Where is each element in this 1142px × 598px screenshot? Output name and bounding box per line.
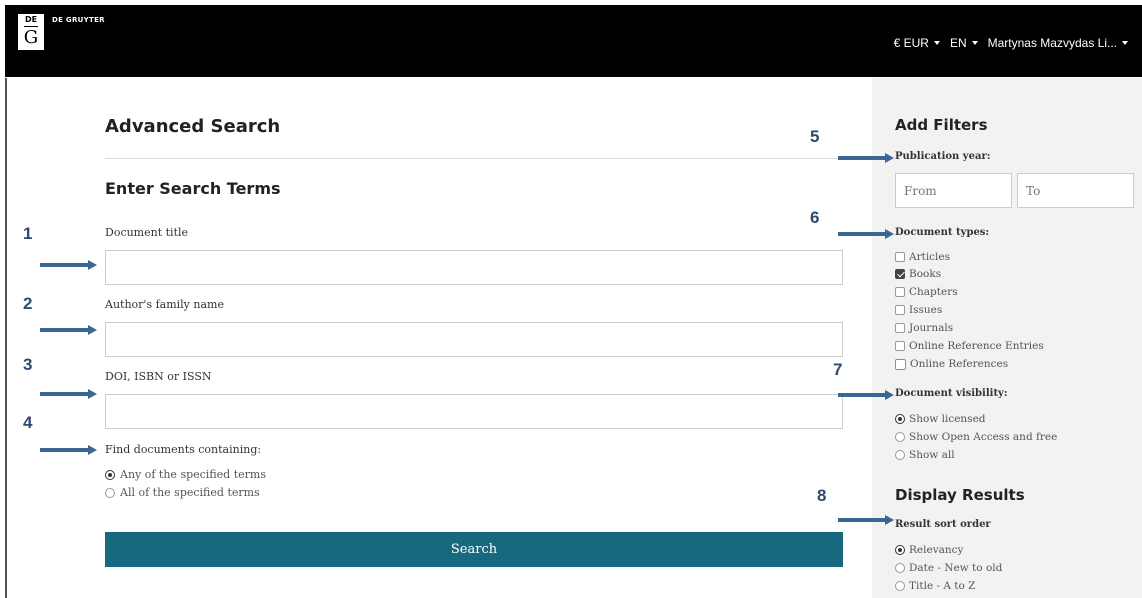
doc-type-online-references[interactable]: Online References	[895, 358, 1008, 370]
checkbox-focused-icon[interactable]	[895, 358, 906, 370]
find-option-label: Any of the specified terms	[120, 468, 266, 481]
annotation-number-4: 4	[23, 413, 33, 432]
add-filters-heading: Add Filters	[895, 116, 988, 134]
chevron-down-icon	[1122, 41, 1128, 45]
checkbox-checked-icon[interactable]	[895, 269, 905, 279]
sort-option-label: Title - A to Z	[909, 580, 976, 592]
sort-relevancy[interactable]: Relevancy	[895, 544, 963, 556]
annotation-arrow-3	[40, 389, 97, 399]
doc-type-articles[interactable]: Articles	[895, 251, 950, 263]
year-to-input[interactable]	[1017, 173, 1134, 208]
sort-title-a-to-z[interactable]: Title - A to Z	[895, 580, 975, 592]
publication-year-label: Publication year:	[895, 151, 991, 162]
find-option-any[interactable]: Any of the specified terms	[105, 468, 266, 481]
find-documents-label: Find documents containing:	[105, 443, 262, 456]
doi-isbn-issn-input[interactable]	[105, 394, 843, 429]
visibility-show-licensed[interactable]: Show licensed	[895, 413, 986, 425]
visibility-option-label: Show licensed	[909, 413, 986, 425]
radio-selected-icon[interactable]	[895, 414, 905, 424]
radio-icon[interactable]	[895, 581, 905, 591]
search-button[interactable]: Search	[105, 532, 843, 567]
radio-icon[interactable]	[895, 563, 905, 573]
chevron-down-icon	[971, 41, 978, 45]
annotation-number-2: 2	[23, 294, 33, 313]
document-visibility-label: Document visibility:	[895, 388, 1008, 399]
doc-type-label: Books	[909, 268, 942, 280]
annotation-number-6: 6	[810, 208, 820, 227]
display-results-heading: Display Results	[895, 486, 1025, 504]
doc-type-label: Online Reference Entries	[909, 340, 1044, 352]
currency-label: € EUR	[893, 36, 929, 50]
radio-selected-icon[interactable]	[105, 469, 115, 480]
radio-icon[interactable]	[105, 487, 115, 498]
annotation-number-5: 5	[810, 127, 820, 146]
doc-type-label: Online References	[910, 358, 1009, 370]
checkbox-icon[interactable]	[895, 287, 905, 297]
annotation-arrow-8	[838, 515, 894, 525]
visibility-show-all[interactable]: Show all	[895, 449, 955, 461]
currency-dropdown[interactable]: € EUR	[894, 36, 940, 50]
doc-type-chapters[interactable]: Chapters	[895, 286, 958, 298]
checkbox-icon[interactable]	[895, 252, 905, 262]
doc-type-books[interactable]: Books	[895, 268, 941, 280]
language-dropdown[interactable]: EN	[950, 36, 978, 50]
doc-type-label: Chapters	[909, 286, 958, 298]
page-title: Advanced Search	[105, 116, 281, 137]
doc-type-journals[interactable]: Journals	[895, 322, 953, 334]
annotation-arrow-6	[838, 229, 894, 239]
title-divider	[105, 158, 843, 159]
checkbox-icon[interactable]	[895, 341, 905, 351]
chevron-down-icon	[933, 41, 940, 45]
section-title: Enter Search Terms	[105, 179, 281, 198]
radio-icon[interactable]	[895, 450, 905, 460]
find-option-all[interactable]: All of the specified terms	[105, 486, 260, 499]
checkbox-icon[interactable]	[895, 323, 905, 333]
page-frame-edge	[5, 78, 7, 598]
radio-icon[interactable]	[895, 432, 905, 442]
annotation-number-7: 7	[833, 360, 843, 379]
annotation-arrow-2	[40, 325, 97, 335]
document-title-label: Document title	[105, 226, 189, 239]
top-menu: € EUR EN Martynas Mazvydas Li...	[894, 36, 1128, 50]
brand-name: DE GRUYTER	[52, 16, 105, 24]
top-navbar: DE G DE GRUYTER € EUR EN Martynas Mazvyd…	[5, 5, 1142, 77]
annotation-number-8: 8	[817, 486, 827, 505]
user-dropdown[interactable]: Martynas Mazvydas Li...	[988, 36, 1128, 50]
find-option-label: All of the specified terms	[120, 486, 260, 499]
document-title-input[interactable]	[105, 250, 843, 285]
document-types-label: Document types:	[895, 227, 990, 238]
doc-type-label: Issues	[909, 304, 943, 316]
user-name: Martynas Mazvydas Li...	[987, 36, 1117, 50]
visibility-option-label: Show Open Access and free	[909, 431, 1058, 443]
radio-selected-icon[interactable]	[895, 545, 905, 555]
logo-g-text: G	[23, 27, 39, 48]
doi-isbn-issn-label: DOI, ISBN or ISSN	[105, 370, 212, 383]
visibility-option-label: Show all	[909, 449, 955, 461]
annotation-arrow-7	[838, 390, 894, 400]
sort-option-label: Relevancy	[909, 544, 964, 556]
logo-de-text: DE	[24, 15, 38, 24]
sort-option-label: Date - New to old	[909, 562, 1003, 574]
result-sort-order-label: Result sort order	[895, 519, 991, 530]
author-family-name-label: Author's family name	[105, 298, 224, 311]
language-label: EN	[949, 36, 967, 50]
annotation-arrow-4	[40, 445, 97, 455]
doc-type-label: Journals	[909, 322, 954, 334]
annotation-number-1: 1	[23, 224, 33, 243]
annotation-number-3: 3	[23, 355, 33, 374]
doc-type-label: Articles	[909, 251, 951, 263]
doc-type-online-reference-entries[interactable]: Online Reference Entries	[895, 340, 1044, 352]
year-from-input[interactable]	[895, 173, 1012, 208]
annotation-arrow-1	[40, 260, 97, 270]
visibility-show-open-access[interactable]: Show Open Access and free	[895, 431, 1057, 443]
sort-date-new-to-old[interactable]: Date - New to old	[895, 562, 1002, 574]
de-gruyter-logo[interactable]: DE G	[18, 14, 44, 50]
checkbox-icon[interactable]	[895, 305, 905, 315]
annotation-arrow-5	[838, 153, 894, 163]
author-family-name-input[interactable]	[105, 322, 843, 357]
doc-type-issues[interactable]: Issues	[895, 304, 942, 316]
